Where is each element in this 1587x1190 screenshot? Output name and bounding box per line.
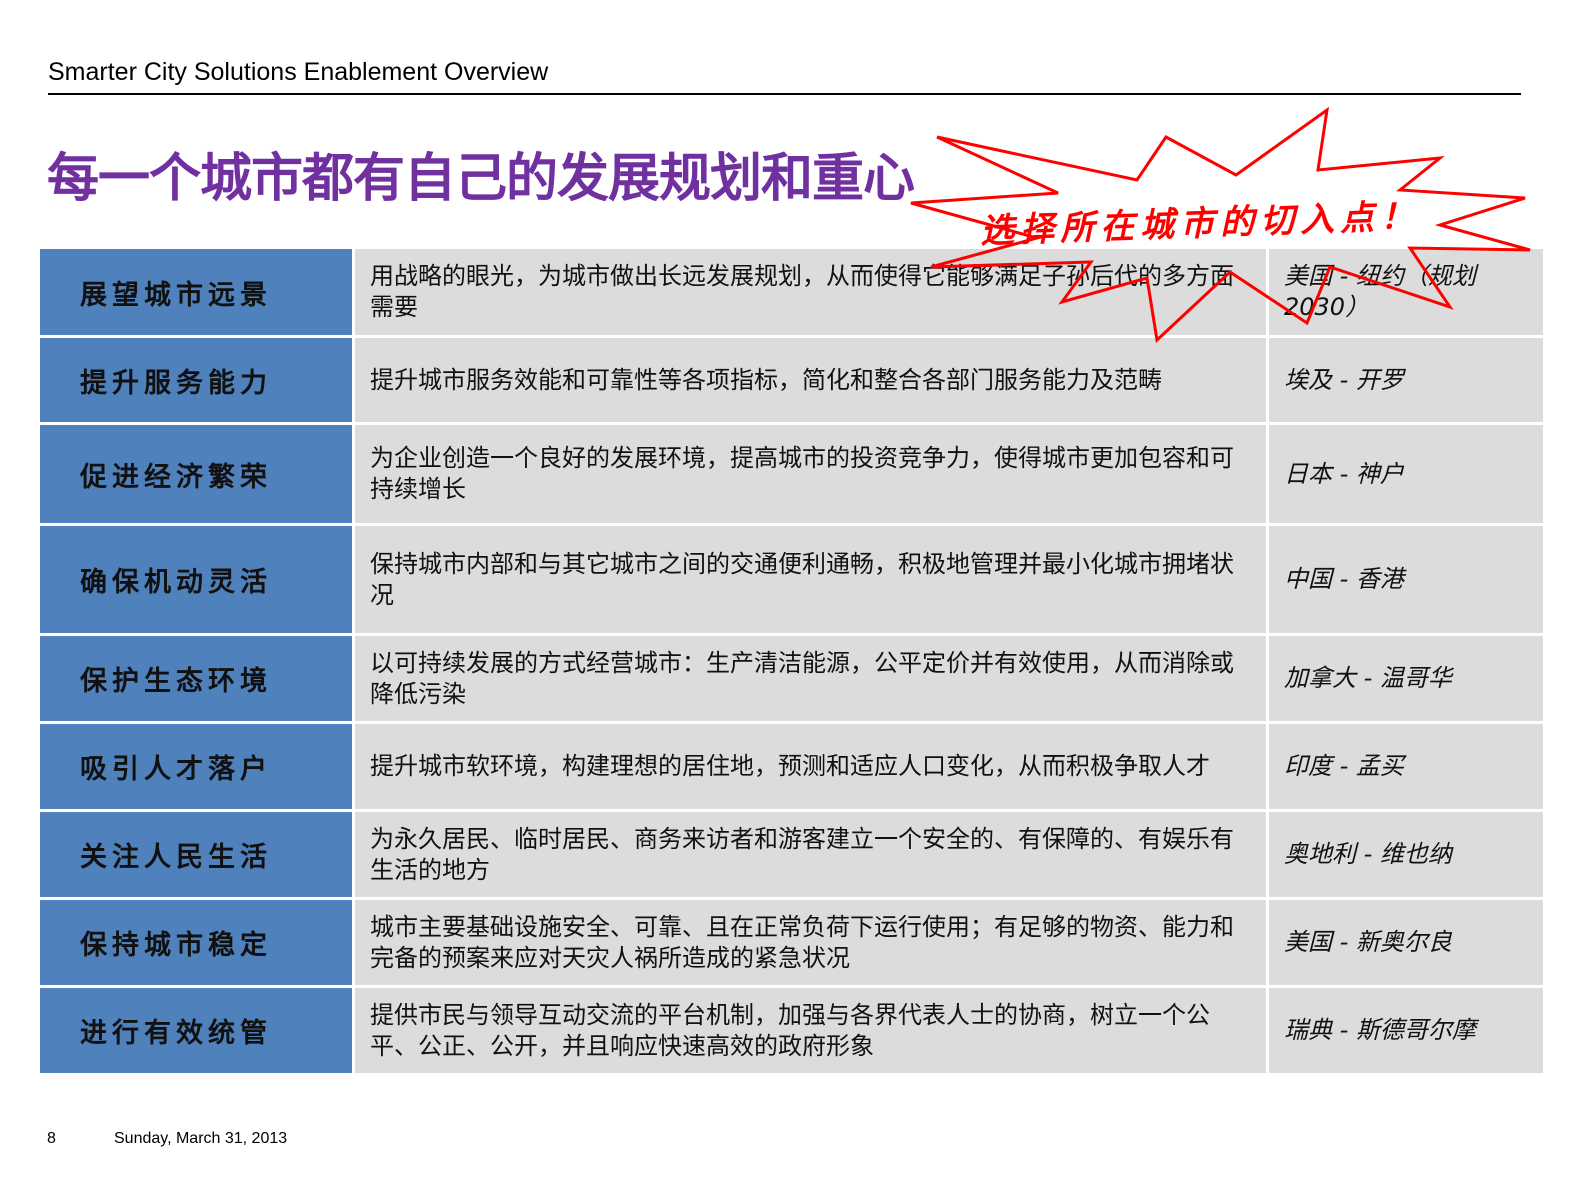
page-number: 8 xyxy=(47,1130,56,1147)
footer-date: Sunday, March 31, 2013 xyxy=(114,1130,288,1147)
starburst-callout-shape xyxy=(910,106,1531,344)
